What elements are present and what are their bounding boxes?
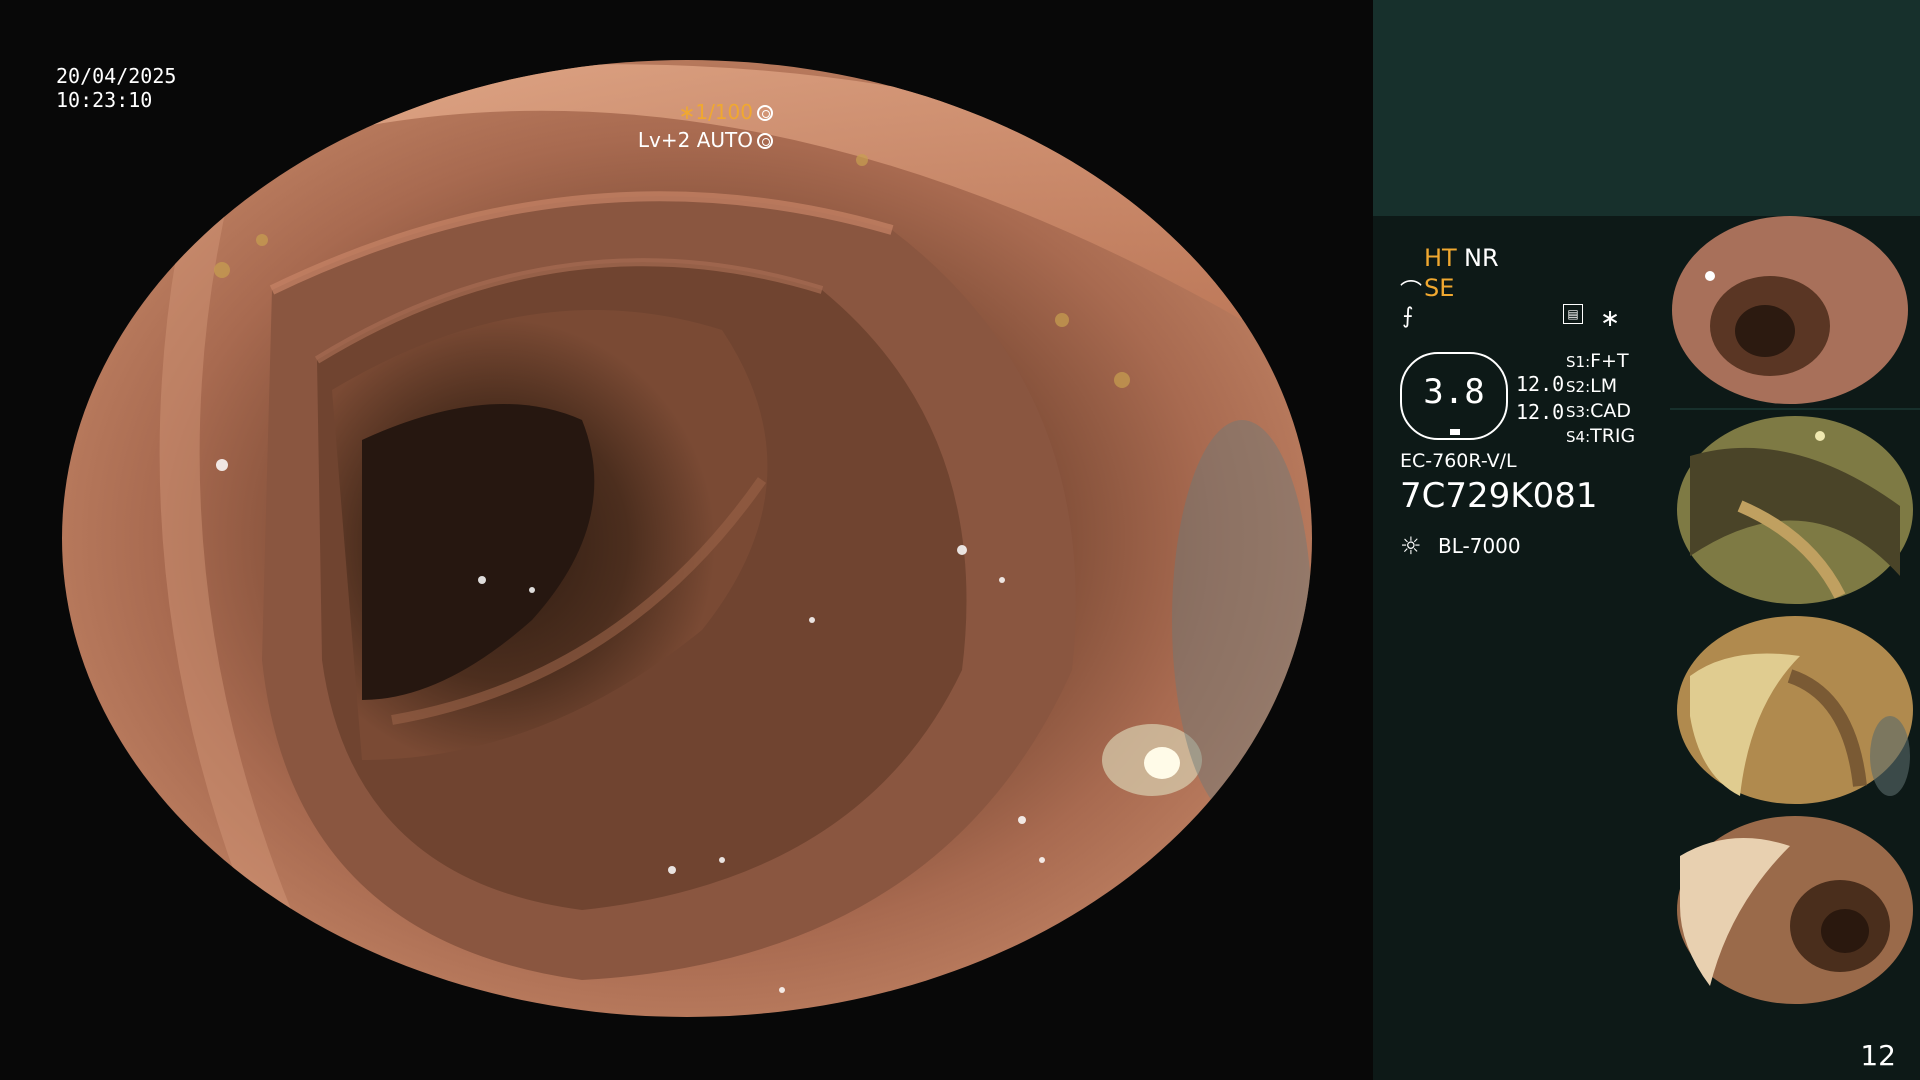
switch-key: S3: — [1566, 403, 1591, 421]
light-source-icon: ☼ — [1400, 532, 1422, 560]
scope-model: EC-760R-V/L — [1400, 450, 1517, 472]
thumbnail-3[interactable] — [1670, 616, 1920, 810]
enhancement-icon: ⌒ — [1400, 280, 1423, 305]
switch-row: S3:CAD — [1566, 400, 1635, 425]
scope-serial: 7C729K081 — [1400, 476, 1598, 516]
asterisk-marker: ∗ — [1600, 304, 1621, 332]
switch-value: TRIG — [1590, 425, 1636, 447]
shutter-icon — [757, 105, 773, 121]
date-label: 20/04/2025 — [56, 64, 177, 88]
thumbnail-1[interactable] — [1670, 216, 1920, 410]
se-indicator: SE — [1424, 274, 1455, 302]
switch-value: F+T — [1590, 350, 1629, 372]
ht-indicator: HT — [1424, 244, 1457, 272]
time-label: 10:23:10 — [56, 88, 153, 112]
image-mask-top — [0, 0, 1373, 60]
scope-switch-list: S1:F+T S2:LM S3:CAD S4:TRIG — [1566, 350, 1635, 450]
switch-row: S2:LM — [1566, 375, 1635, 400]
nr-indicator: NR — [1464, 244, 1499, 272]
switch-value: LM — [1590, 375, 1618, 397]
shutter-speed-label: ∗1/100 — [678, 100, 753, 124]
zoom-gauge: 3.8 — [1400, 352, 1508, 440]
switch-key: S1: — [1566, 353, 1591, 371]
endoscopic-image — [62, 60, 1312, 1017]
auto-iris-icon — [757, 133, 773, 149]
endoscope-main-view: 20/04/2025 10:23:10 ∗1/100 Lv+2 AUTO — [0, 0, 1373, 1080]
switch-value: CAD — [1590, 400, 1632, 422]
shutter-speed: ∗1/100 — [679, 100, 773, 124]
page-number: 12 — [1860, 1039, 1896, 1072]
filter-icon: ⨍ — [1402, 304, 1414, 329]
light-level-label: Lv+2 AUTO — [637, 128, 753, 152]
switch-row: S1:F+T — [1566, 350, 1635, 375]
record-icon: ▤ — [1563, 304, 1583, 324]
switch-key: S2: — [1566, 378, 1591, 396]
value-1: 12.0 — [1516, 372, 1565, 396]
thumbnail-4[interactable] — [1670, 816, 1920, 1010]
image-mask-bottom — [0, 1017, 1373, 1080]
light-source: BL-7000 — [1438, 534, 1521, 558]
gauge-marker-icon — [1450, 429, 1460, 435]
switch-key: S4: — [1566, 428, 1591, 446]
side-panel-header — [1373, 0, 1920, 216]
switch-row: S4:TRIG — [1566, 425, 1635, 450]
value-2: 12.0 — [1516, 400, 1565, 424]
gauge-value: 3.8 — [1423, 372, 1485, 412]
thumbnail-2[interactable] — [1670, 416, 1920, 610]
light-level: Lv+2 AUTO — [638, 128, 773, 152]
